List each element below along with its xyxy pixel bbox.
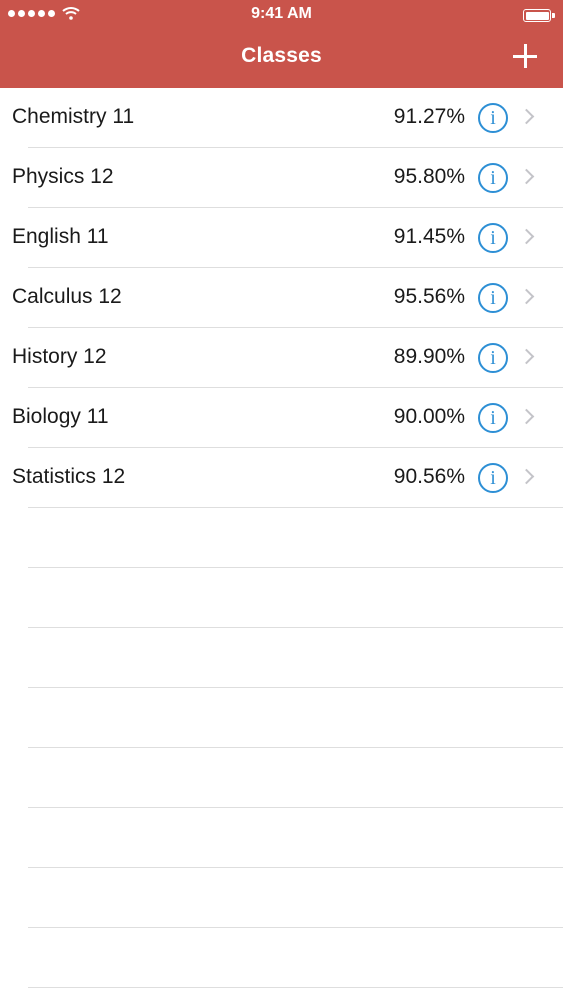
chevron-right-icon xyxy=(518,468,535,485)
class-name: Statistics 12 xyxy=(12,465,126,488)
add-class-button[interactable] xyxy=(509,40,541,72)
chevron-right-icon xyxy=(518,108,535,125)
empty-table-row xyxy=(0,808,563,868)
class-row[interactable]: Chemistry 11 91.27% i xyxy=(0,88,563,148)
info-icon[interactable]: i xyxy=(478,343,508,373)
empty-table-row xyxy=(0,568,563,628)
class-row[interactable]: English 11 91.45% i xyxy=(0,208,563,268)
empty-table-row xyxy=(0,868,563,928)
empty-table-row xyxy=(0,928,563,988)
chevron-right-icon xyxy=(518,348,535,365)
battery-icon xyxy=(523,9,555,22)
navigation-bar: Classes xyxy=(0,30,563,88)
class-row[interactable]: Physics 12 95.80% i xyxy=(0,148,563,208)
empty-table-row xyxy=(0,508,563,568)
page-title: Classes xyxy=(241,44,322,67)
class-grade: 90.00% xyxy=(393,405,465,428)
class-row[interactable]: Biology 11 90.00% i xyxy=(0,388,563,448)
class-name: History 12 xyxy=(12,345,107,368)
class-name: English 11 xyxy=(12,225,109,248)
class-name: Physics 12 xyxy=(12,165,114,188)
class-grade: 91.45% xyxy=(393,225,465,248)
class-row[interactable]: History 12 89.90% i xyxy=(0,328,563,388)
class-row[interactable]: Calculus 12 95.56% i xyxy=(0,268,563,328)
class-grade: 89.90% xyxy=(393,345,465,368)
empty-table-row xyxy=(0,628,563,688)
info-icon[interactable]: i xyxy=(478,403,508,433)
status-time: 9:41 AM xyxy=(251,5,312,22)
status-bar: 9:41 AM xyxy=(0,0,563,30)
classes-list: Chemistry 11 91.27% i Physics 12 95.80% i Engl… xyxy=(0,88,563,988)
chevron-right-icon xyxy=(518,408,535,425)
chevron-right-icon xyxy=(518,288,535,305)
class-row[interactable]: Statistics 12 90.56% i xyxy=(0,448,563,508)
info-icon[interactable]: i xyxy=(478,103,508,133)
class-grade: 90.56% xyxy=(393,465,465,488)
chevron-right-icon xyxy=(518,168,535,185)
class-grade: 95.80% xyxy=(393,165,465,188)
info-icon[interactable]: i xyxy=(478,283,508,313)
info-icon[interactable]: i xyxy=(478,463,508,493)
empty-table-row xyxy=(0,748,563,808)
class-name: Chemistry 11 xyxy=(12,105,135,128)
chevron-right-icon xyxy=(518,228,535,245)
class-grade: 95.56% xyxy=(393,285,465,308)
class-name: Calculus 12 xyxy=(12,285,122,308)
info-icon[interactable]: i xyxy=(478,223,508,253)
empty-table-row xyxy=(0,688,563,748)
class-grade: 91.27% xyxy=(393,105,465,128)
class-name: Biology 11 xyxy=(12,405,109,428)
info-icon[interactable]: i xyxy=(478,163,508,193)
